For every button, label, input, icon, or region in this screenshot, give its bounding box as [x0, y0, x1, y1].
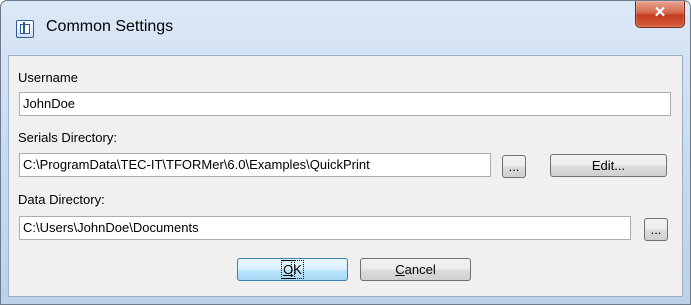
cancel-button[interactable]: Cancel — [360, 258, 471, 281]
data-directory-browse-button[interactable]: ... — [644, 218, 668, 241]
close-button[interactable]: ✕ — [635, 1, 685, 28]
ok-button[interactable]: OK — [237, 258, 348, 281]
serials-directory-label: Serials Directory: — [18, 130, 117, 145]
username-field[interactable]: JohnDoe — [19, 92, 671, 116]
settings-window-icon — [16, 20, 34, 38]
serials-directory-browse-button[interactable]: ... — [502, 155, 526, 178]
close-icon: ✕ — [653, 4, 667, 21]
serials-directory-edit-button[interactable]: Edit... — [550, 154, 667, 177]
username-label: Username — [18, 70, 78, 85]
dialog-window: Common Settings ✕ Username JohnDoe Seria… — [0, 0, 691, 305]
cancel-button-label: Cancel — [395, 262, 436, 277]
ok-button-label: OK — [281, 260, 304, 279]
window-title: Common Settings — [46, 18, 174, 35]
dialog-content: Username JohnDoe Serials Directory: C:\P… — [8, 55, 683, 297]
title-bar[interactable]: Common Settings ✕ — [1, 1, 690, 55]
serials-directory-field[interactable]: C:\ProgramData\TEC-IT\TFORMer\6.0\Exampl… — [19, 153, 491, 177]
data-directory-field[interactable]: C:\Users\JohnDoe\Documents — [19, 216, 631, 240]
data-directory-label: Data Directory: — [18, 192, 105, 207]
